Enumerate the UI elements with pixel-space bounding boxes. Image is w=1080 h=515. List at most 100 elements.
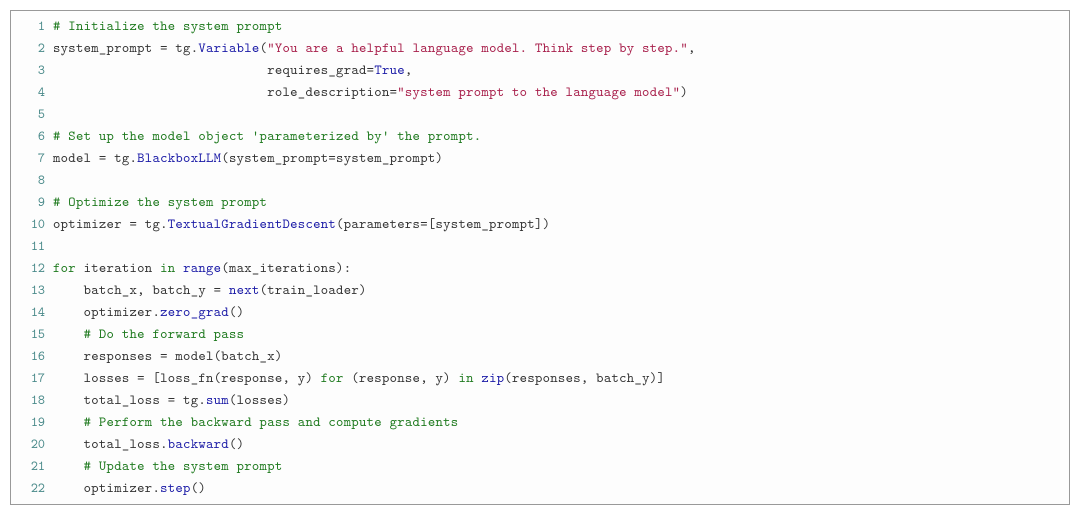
code-line: 1# Initialize the system prompt [11, 15, 1069, 37]
token-id: , [688, 39, 696, 57]
token-id: total_loss = tg. [53, 391, 206, 409]
token-fn: zip [481, 369, 504, 387]
token-id: iteration [76, 259, 160, 277]
code-line: 10optimizer = tg.TextualGradientDescent(… [11, 213, 1069, 235]
line-number: 12 [11, 257, 53, 279]
token-id: (losses) [229, 391, 290, 409]
line-number: 20 [11, 433, 53, 455]
code-line: 5 [11, 103, 1069, 125]
code-line: 20 total_loss.backward() [11, 433, 1069, 455]
token-id: ) [680, 83, 688, 101]
token-kw: for [53, 259, 76, 277]
line-number: 4 [11, 81, 53, 103]
token-kw: in [160, 259, 175, 277]
token-id: optimizer. [53, 479, 160, 497]
token-fn: Variable [198, 39, 259, 57]
code-line: 11 [11, 235, 1069, 257]
line-number: 17 [11, 367, 53, 389]
code-block: 1# Initialize the system prompt2system_p… [10, 10, 1070, 505]
code-line: 17 losses = [loss_fn(response, y) for (r… [11, 367, 1069, 389]
token-fn: sum [206, 391, 229, 409]
code-content: # Perform the backward pass and compute … [53, 411, 458, 433]
token-id: (train_loader) [260, 281, 367, 299]
line-number: 11 [11, 235, 53, 257]
token-id [53, 457, 84, 475]
token-cm: # Set up the model object 'parameterized… [53, 127, 481, 145]
code-line: 4 role_description="system prompt to the… [11, 81, 1069, 103]
token-id: () [229, 303, 244, 321]
line-number: 1 [11, 15, 53, 37]
line-number: 3 [11, 59, 53, 81]
code-line: 22 optimizer.step() [11, 477, 1069, 499]
line-number: 10 [11, 213, 53, 235]
token-cm: # Initialize the system prompt [53, 17, 283, 35]
token-id: (max_iterations): [221, 259, 351, 277]
code-content: system_prompt = tg.Variable("You are a h… [53, 37, 696, 59]
token-cm: # Perform the backward pass and compute … [84, 413, 459, 431]
line-number: 15 [11, 323, 53, 345]
token-kw: for [321, 369, 344, 387]
code-line: 8 [11, 169, 1069, 191]
code-line: 12for iteration in range(max_iterations)… [11, 257, 1069, 279]
code-content: # Optimize the system prompt [53, 191, 267, 213]
token-id: role_description= [53, 83, 397, 101]
code-content: total_loss = tg.sum(losses) [53, 389, 290, 411]
token-id [53, 325, 84, 343]
line-number: 16 [11, 345, 53, 367]
token-fn: range [183, 259, 221, 277]
token-id: system_prompt = tg. [53, 39, 198, 57]
code-line: 6# Set up the model object 'parameterize… [11, 125, 1069, 147]
line-number: 18 [11, 389, 53, 411]
token-cm: # Optimize the system prompt [53, 193, 267, 211]
line-number: 13 [11, 279, 53, 301]
token-id: losses = [loss_fn(response, y) [53, 369, 321, 387]
code-line: 15 # Do the forward pass [11, 323, 1069, 345]
code-line: 16 responses = model(batch_x) [11, 345, 1069, 367]
token-str: "You are a helpful language model. Think… [267, 39, 688, 57]
code-content: optimizer = tg.TextualGradientDescent(pa… [53, 213, 550, 235]
code-content: optimizer.zero_grad() [53, 301, 244, 323]
token-fn: zero_grad [160, 303, 229, 321]
code-line: 14 optimizer.zero_grad() [11, 301, 1069, 323]
token-id: batch_x, batch_y = [53, 281, 229, 299]
line-number: 7 [11, 147, 53, 169]
line-number: 22 [11, 477, 53, 499]
token-id: (parameters=[system_prompt]) [336, 215, 550, 233]
token-kw: in [458, 369, 473, 387]
code-line: 19 # Perform the backward pass and compu… [11, 411, 1069, 433]
line-number: 19 [11, 411, 53, 433]
code-content: model = tg.BlackboxLLM(system_prompt=sys… [53, 147, 443, 169]
line-number: 2 [11, 37, 53, 59]
code-content: for iteration in range(max_iterations): [53, 257, 351, 279]
code-content: responses = model(batch_x) [53, 345, 283, 367]
code-line: 2system_prompt = tg.Variable("You are a … [11, 37, 1069, 59]
code-line: 9# Optimize the system prompt [11, 191, 1069, 213]
code-content: total_loss.backward() [53, 433, 244, 455]
line-number: 9 [11, 191, 53, 213]
token-id: total_loss. [53, 435, 168, 453]
code-content: role_description="system prompt to the l… [53, 81, 688, 103]
token-fn: step [160, 479, 191, 497]
code-content: # Do the forward pass [53, 323, 244, 345]
token-fn: TextualGradientDescent [168, 215, 336, 233]
token-id: , [405, 61, 413, 79]
token-fn: backward [168, 435, 229, 453]
code-line: 3 requires_grad=True, [11, 59, 1069, 81]
token-id: (response, y) [344, 369, 459, 387]
token-id: optimizer = tg. [53, 215, 168, 233]
code-line: 21 # Update the system prompt [11, 455, 1069, 477]
token-id: optimizer. [53, 303, 160, 321]
line-number: 5 [11, 103, 53, 125]
code-content: losses = [loss_fn(response, y) for (resp… [53, 367, 665, 389]
token-cm: # Do the forward pass [84, 325, 245, 343]
token-fn: BlackboxLLM [137, 149, 221, 167]
code-content: requires_grad=True, [53, 59, 413, 81]
token-id: requires_grad= [53, 61, 374, 79]
line-number: 14 [11, 301, 53, 323]
token-str: "system prompt to the language model" [397, 83, 680, 101]
token-id: () [191, 479, 206, 497]
token-id: (responses, batch_y)] [504, 369, 665, 387]
code-content: # Initialize the system prompt [53, 15, 283, 37]
code-content: # Update the system prompt [53, 455, 283, 477]
token-id: () [229, 435, 244, 453]
